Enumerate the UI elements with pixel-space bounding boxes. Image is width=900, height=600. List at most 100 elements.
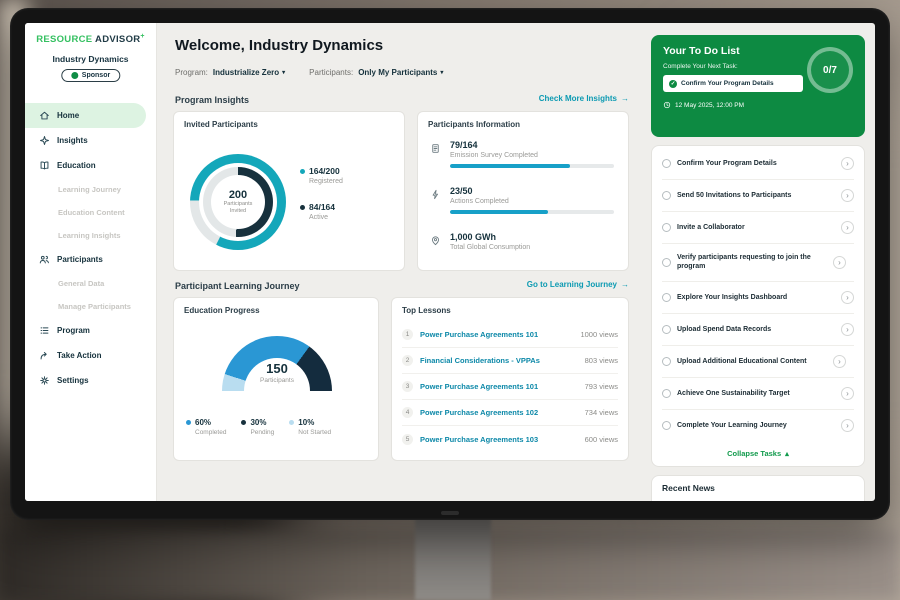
active-dot-icon [300, 205, 305, 210]
sidebar-item-learning-journey[interactable]: Learning Journey [25, 178, 156, 201]
education-gauge-chart: 150 Participants [222, 336, 332, 396]
legend-completed: 60% Completed [186, 418, 226, 436]
task-checkbox[interactable] [662, 389, 671, 398]
arrow-right-icon: → [621, 280, 629, 289]
todo-task-row[interactable]: Explore Your Insights Dashboard › [662, 282, 854, 314]
rank-badge: 4 [402, 407, 413, 418]
document-icon [430, 141, 441, 152]
sidebar-item-home[interactable]: Home [25, 103, 146, 128]
emission-survey-row: 79/164 Emission Survey Completed [430, 140, 614, 168]
invited-participants-card: Invited Participants 200 Participants In… [173, 111, 405, 271]
sidebar-item-manage-participants[interactable]: Manage Participants [25, 295, 156, 318]
todo-task-row[interactable]: Invite a Collaborator › [662, 212, 854, 244]
chevron-up-icon: ▴ [785, 449, 789, 458]
top-lessons-card: Top Lessons 1 Power Purchase Agreements … [391, 297, 629, 461]
org-name: Industry Dynamics [25, 54, 156, 64]
program-filter: Program: Industrialize Zero ▾ [175, 68, 285, 77]
page-title: Welcome, Industry Dynamics [175, 37, 383, 54]
legend-active: 84/164 Active [300, 202, 343, 221]
participants-dropdown[interactable]: Only My Participants ▾ [358, 68, 443, 77]
sidebar-item-general-data[interactable]: General Data [25, 272, 156, 295]
actions-progress-bar [450, 210, 614, 214]
task-checkbox[interactable] [662, 325, 671, 334]
chevron-down-icon: ▾ [440, 69, 443, 76]
lessons-list: 1 Power Purchase Agreements 101 1000 vie… [402, 322, 618, 452]
action-arrow-icon [39, 350, 50, 361]
invited-donut-chart: 200 Participants Invited [190, 154, 286, 250]
sidebar: RESOURCE ADVISOR+ Industry Dynamics Spon… [25, 23, 157, 501]
sidebar-item-settings[interactable]: Settings [25, 368, 156, 393]
screen: RESOURCE ADVISOR+ Industry Dynamics Spon… [25, 23, 875, 501]
pending-dot-icon [241, 420, 246, 425]
task-checkbox[interactable] [662, 421, 671, 430]
sidebar-item-education-content[interactable]: Education Content [25, 201, 156, 224]
chevron-right-icon[interactable]: › [841, 157, 854, 170]
task-checkbox[interactable] [662, 357, 671, 366]
arrow-right-icon: → [621, 94, 629, 103]
chevron-right-icon[interactable]: › [841, 387, 854, 400]
chevron-right-icon[interactable]: › [841, 419, 854, 432]
lesson-link[interactable]: Power Purchase Agreements 101 [420, 382, 585, 391]
sidebar-item-participants[interactable]: Participants [25, 247, 156, 272]
rank-badge: 1 [402, 329, 413, 340]
clock-icon [663, 101, 671, 109]
chevron-right-icon[interactable]: › [841, 323, 854, 336]
sidebar-item-learning-insights[interactable]: Learning Insights [25, 224, 156, 247]
monitor-bezel: RESOURCE ADVISOR+ Industry Dynamics Spon… [10, 8, 890, 520]
home-icon [39, 110, 50, 121]
program-dropdown[interactable]: Industrialize Zero ▾ [213, 68, 285, 77]
task-checkbox[interactable] [662, 159, 671, 168]
rank-badge: 5 [402, 434, 413, 445]
todo-summary-card: Your To Do List 0/7 Complete Your Next T… [651, 35, 865, 137]
chevron-right-icon[interactable]: › [841, 189, 854, 202]
chevron-right-icon[interactable]: › [833, 355, 846, 368]
completed-dot-icon [186, 420, 191, 425]
bolt-icon [430, 187, 441, 198]
task-checkbox[interactable] [662, 293, 671, 302]
todo-task-row[interactable]: Send 50 Invitations to Participants › [662, 180, 854, 212]
sidebar-item-education[interactable]: Education [25, 153, 156, 178]
lesson-link[interactable]: Financial Considerations - VPPAs [420, 356, 585, 365]
todo-tasks-card: Confirm Your Program Details › Send 50 I… [651, 145, 865, 467]
recent-news-card: Recent News [651, 475, 865, 501]
lesson-link[interactable]: Power Purchase Agreements 102 [420, 408, 585, 417]
lesson-link[interactable]: Power Purchase Agreements 103 [420, 435, 585, 444]
rank-badge: 2 [402, 355, 413, 366]
list-icon [39, 325, 50, 336]
lesson-row: 2 Financial Considerations - VPPAs 803 v… [402, 348, 618, 374]
location-pin-icon [430, 233, 441, 244]
todo-task-row[interactable]: Upload Spend Data Records › [662, 314, 854, 346]
go-to-learning-journey-link[interactable]: Go to Learning Journey → [527, 280, 629, 289]
todo-task-row[interactable]: Confirm Your Program Details › [662, 148, 854, 180]
lesson-row: 3 Power Purchase Agreements 101 793 view… [402, 374, 618, 400]
recent-news-heading: Recent News [662, 483, 715, 493]
collapse-tasks-button[interactable]: Collapse Tasks ▴ [662, 441, 854, 466]
legend-pending: 30% Pending [241, 418, 274, 436]
lesson-link[interactable]: Power Purchase Agreements 101 [420, 330, 580, 339]
legend-registered: 164/200 Registered [300, 166, 343, 185]
chevron-right-icon[interactable]: › [841, 221, 854, 234]
monitor-logo [441, 511, 459, 515]
todo-task-row[interactable]: Upload Additional Educational Content › [662, 346, 854, 378]
next-task-chip[interactable]: ✓ Confirm Your Program Details [663, 75, 803, 92]
task-checkbox[interactable] [662, 223, 671, 232]
todo-task-row[interactable]: Achieve One Sustainability Target › [662, 378, 854, 410]
check-more-insights-link[interactable]: Check More Insights → [539, 94, 629, 103]
rank-badge: 3 [402, 381, 413, 392]
sidebar-item-insights[interactable]: Insights [25, 128, 156, 153]
sparkle-icon [39, 135, 50, 146]
legend-not-started: 10% Not Started [289, 418, 331, 436]
chevron-right-icon[interactable]: › [833, 256, 846, 269]
task-checkbox[interactable] [662, 258, 671, 267]
sidebar-item-take-action[interactable]: Take Action [25, 343, 156, 368]
lesson-row: 5 Power Purchase Agreements 103 600 view… [402, 426, 618, 452]
chevron-right-icon[interactable]: › [841, 291, 854, 304]
participants-filter: Participants: Only My Participants ▾ [309, 68, 443, 77]
todo-task-row[interactable]: Verify participants requesting to join t… [662, 244, 854, 282]
chevron-down-icon: ▾ [282, 69, 285, 76]
todo-task-row[interactable]: Complete Your Learning Journey › [662, 410, 854, 441]
not-started-dot-icon [289, 420, 294, 425]
task-checkbox[interactable] [662, 191, 671, 200]
sidebar-item-program[interactable]: Program [25, 318, 156, 343]
invited-legend: 164/200 Registered 84/164 Active [300, 166, 343, 238]
